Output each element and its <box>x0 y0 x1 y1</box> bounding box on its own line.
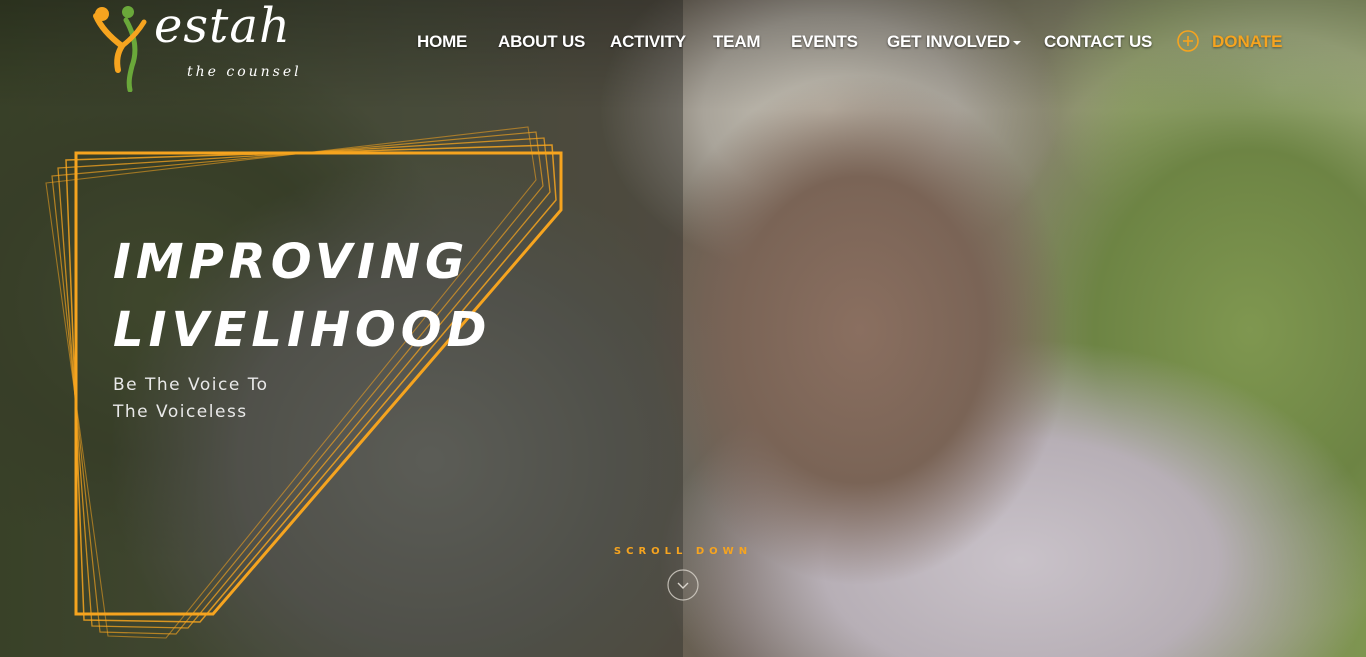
hero-title-line-1: IMPROVING <box>113 234 470 290</box>
hero-section: estah the counsel HOME ABOUT US ACTIVITY… <box>0 0 1366 657</box>
scroll-down-label[interactable]: SCROLL DOWN <box>560 546 806 557</box>
nav-activity[interactable]: ACTIVITY <box>610 30 686 54</box>
caret-down-icon <box>1012 40 1021 45</box>
hero-subtitle-line-2: The Voiceless <box>113 402 248 422</box>
nav-get-involved[interactable]: GET INVOLVED <box>887 30 1021 54</box>
logo-tagline: the counsel <box>187 64 302 80</box>
nav-team[interactable]: TEAM <box>713 30 761 54</box>
main-navigation: HOME ABOUT US ACTIVITY TEAM EVENTS GET I… <box>0 30 1366 54</box>
hero-subtitle-line-1: Be The Voice To <box>113 375 269 395</box>
nav-get-involved-label: GET INVOLVED <box>887 32 1010 51</box>
donate-label: DONATE <box>1212 32 1283 51</box>
nav-contact-us[interactable]: CONTACT US <box>1044 30 1152 54</box>
hero-subtitle: Be The Voice To The Voiceless <box>113 372 313 426</box>
nav-about-us[interactable]: ABOUT US <box>498 30 585 54</box>
nav-home[interactable]: HOME <box>417 30 467 54</box>
hero-title: IMPROVING LIVELIHOOD <box>113 228 491 364</box>
hero-title-line-2: LIVELIHOOD <box>113 302 492 358</box>
chevron-down-circle-icon[interactable] <box>667 569 699 601</box>
plus-circle-icon <box>1177 30 1199 52</box>
nav-events[interactable]: EVENTS <box>791 30 858 54</box>
